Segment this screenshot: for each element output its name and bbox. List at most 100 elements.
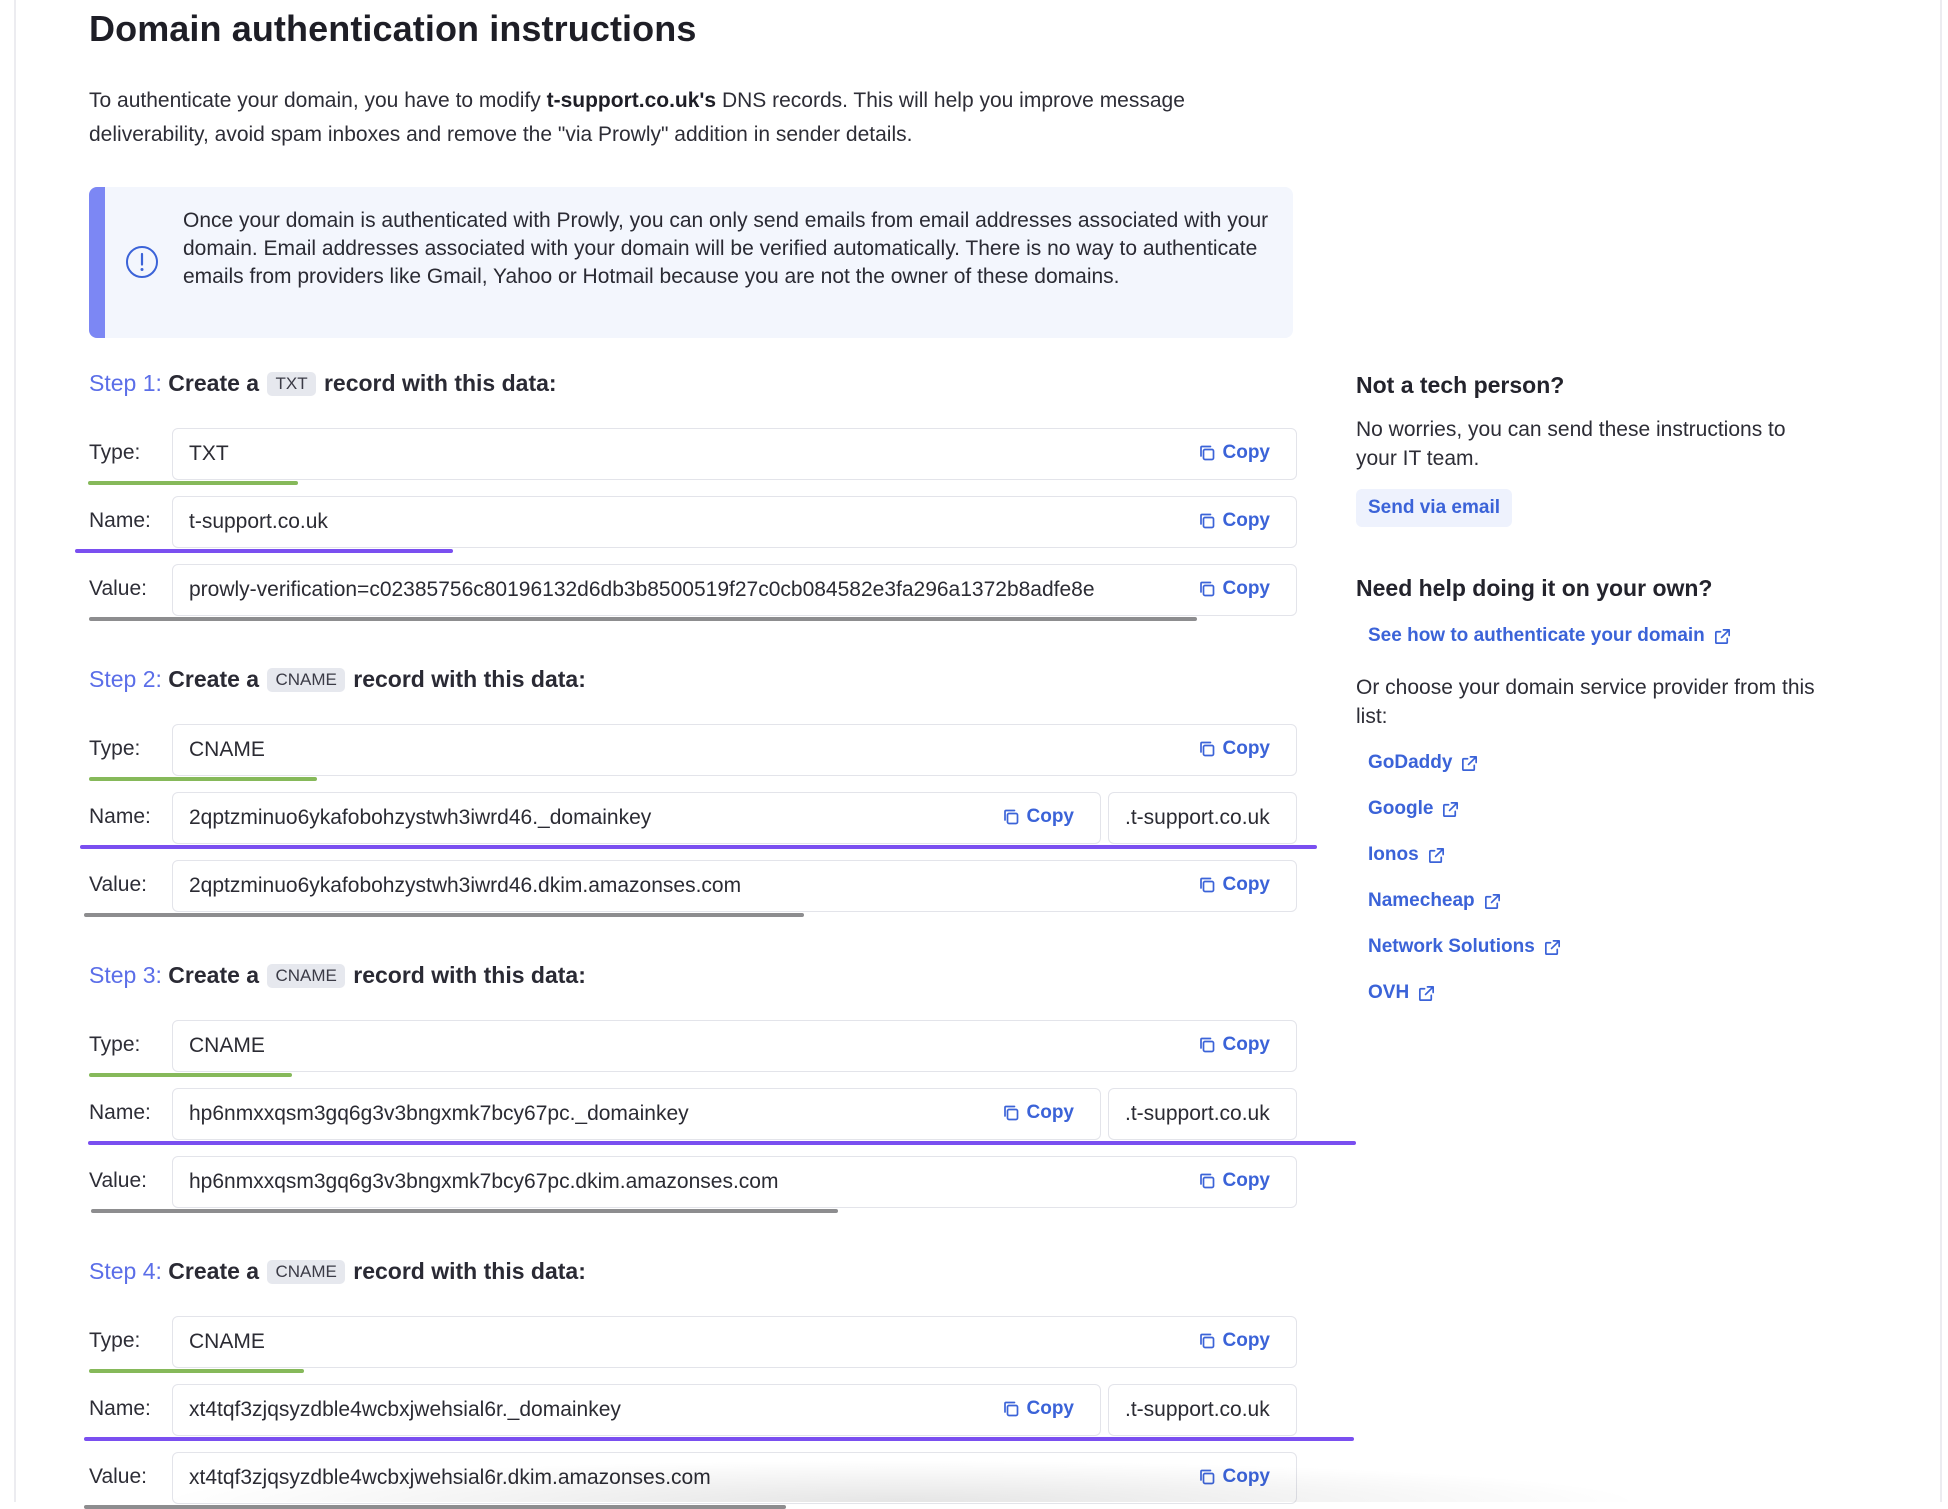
name-underline xyxy=(88,1141,1356,1145)
step-post: record with this data: xyxy=(353,962,586,988)
copy-icon xyxy=(1199,877,1214,893)
info-callout-text: Once your domain is authenticated with P… xyxy=(183,209,1269,288)
external-link-icon xyxy=(1714,628,1730,644)
value-underline xyxy=(89,617,1197,621)
step-heading: Step 4: Create a CNAME record with this … xyxy=(89,1258,586,1285)
external-link-icon xyxy=(1462,755,1478,771)
copy-icon xyxy=(1199,1037,1214,1053)
type-field: CNAME Copy xyxy=(172,1020,1297,1072)
send-via-email-button[interactable]: Send via email xyxy=(1356,489,1513,527)
copy-button[interactable]: Copy xyxy=(1197,442,1270,464)
value-label: Value: xyxy=(89,1465,147,1488)
provider-link[interactable]: Namecheap xyxy=(1368,890,1502,912)
copy-button[interactable]: Copy xyxy=(1197,578,1271,600)
choose-provider-text: Or choose your domain service provider f… xyxy=(1356,676,1815,728)
name-value: xt4tqf3zjqsyzdble4wcbxjwehsial6r._domain… xyxy=(189,1398,621,1421)
copy-label: Copy xyxy=(1026,1102,1075,1123)
domain-suffix: .t-support.co.uk xyxy=(1108,1088,1297,1140)
step-post: record with this data: xyxy=(353,666,586,692)
provider-link-label: OVH xyxy=(1368,982,1410,1003)
intro-text: To authenticate your domain, you have to… xyxy=(89,84,1269,152)
provider-link[interactable]: Network Solutions xyxy=(1368,936,1562,958)
type-label: Type: xyxy=(89,1329,141,1352)
copy-button[interactable]: Copy xyxy=(1197,1170,1270,1192)
step-pre: Create a xyxy=(168,370,260,396)
copy-icon xyxy=(1199,445,1214,461)
copy-button[interactable]: Copy xyxy=(1197,874,1271,896)
provider-link[interactable]: OVH xyxy=(1368,982,1436,1004)
provider-link-label: Network Solutions xyxy=(1368,936,1535,957)
copy-label: Copy xyxy=(1026,1398,1075,1419)
copy-label: Copy xyxy=(1222,1330,1271,1351)
authenticate-domain-link-label: See how to authenticate your domain xyxy=(1368,625,1705,646)
name-label: Name: xyxy=(89,805,151,828)
tech-text: No worries, you can send these instructi… xyxy=(1356,418,1786,470)
provider-link-label: Google xyxy=(1368,798,1434,819)
type-value: CNAME xyxy=(189,738,265,761)
page-edge xyxy=(14,0,16,1502)
copy-label: Copy xyxy=(1222,874,1271,895)
info-circle-icon xyxy=(126,246,158,278)
intro-domain: t-support.co.uk's xyxy=(546,89,717,112)
name-field: xt4tqf3zjqsyzdble4wcbxjwehsial6r._domain… xyxy=(172,1384,1101,1436)
copy-icon xyxy=(1199,1469,1214,1485)
copy-button[interactable]: Copy xyxy=(1001,1102,1075,1124)
copy-button[interactable]: Copy xyxy=(1197,1034,1270,1056)
copy-label: Copy xyxy=(1222,578,1271,599)
value-field: 2qptzminuo6ykafobohzystwh3iwrd46.dkim.am… xyxy=(172,860,1297,912)
provider-link[interactable]: Google xyxy=(1368,798,1460,820)
copy-icon xyxy=(1199,1173,1214,1189)
name-underline xyxy=(84,1437,1354,1441)
step-pre: Create a xyxy=(168,962,260,988)
copy-button[interactable]: Copy xyxy=(1197,738,1270,760)
value-field: prowly-verification=c02385756c80196132d6… xyxy=(172,564,1297,616)
value-underline xyxy=(91,1209,838,1213)
copy-button[interactable]: Copy xyxy=(1197,1466,1271,1488)
provider-link-label: GoDaddy xyxy=(1368,752,1453,773)
type-label: Type: xyxy=(89,1033,141,1056)
copy-button[interactable]: Copy xyxy=(1001,1398,1075,1420)
record-type-tag: TXT xyxy=(267,372,316,396)
step-label: Step xyxy=(89,370,137,396)
name-label: Name: xyxy=(89,509,151,532)
record-type-tag: CNAME xyxy=(267,1260,345,1284)
type-underline xyxy=(88,481,298,485)
step-heading: Step 1: Create a TXT record with this da… xyxy=(89,370,557,397)
step-label: Step xyxy=(89,962,137,988)
value-value: 2qptzminuo6ykafobohzystwh3iwrd46.dkim.am… xyxy=(189,874,742,897)
name-field: hp6nmxxqsm3gq6g3v3bngxmk7bcy67pc._domain… xyxy=(172,1088,1101,1140)
type-underline xyxy=(89,1369,304,1373)
authenticate-domain-link[interactable]: See how to authenticate your domain xyxy=(1368,625,1732,647)
external-link-icon xyxy=(1544,939,1560,955)
value-value: prowly-verification=c02385756c80196132d6… xyxy=(189,578,1095,601)
copy-icon xyxy=(1003,1105,1018,1121)
record-type-tag: CNAME xyxy=(267,668,345,692)
value-underline xyxy=(84,913,804,917)
provider-link[interactable]: GoDaddy xyxy=(1368,752,1479,774)
type-value: TXT xyxy=(189,442,229,465)
copy-button[interactable]: Copy xyxy=(1197,510,1270,532)
step-number: 1: xyxy=(142,370,162,396)
provider-link[interactable]: Ionos xyxy=(1368,844,1446,866)
domain-suffix: .t-support.co.uk xyxy=(1108,792,1297,844)
external-link-icon xyxy=(1443,801,1459,817)
external-link-icon xyxy=(1419,985,1435,1001)
copy-button[interactable]: Copy xyxy=(1197,1330,1271,1352)
type-value: CNAME xyxy=(189,1034,265,1057)
name-label: Name: xyxy=(89,1397,151,1420)
help-title: Need help doing it on your own? xyxy=(1356,575,1713,601)
type-field: TXT Copy xyxy=(172,428,1297,480)
step-post: record with this data: xyxy=(323,370,557,396)
type-field: CNAME Copy xyxy=(172,1316,1297,1368)
type-label: Type: xyxy=(89,737,141,760)
intro-before: To authenticate your domain, you have to… xyxy=(89,89,547,112)
name-field: t-support.co.uk Copy xyxy=(172,496,1297,548)
copy-label: Copy xyxy=(1222,1466,1271,1487)
page-edge xyxy=(1940,0,1942,1502)
info-callout: Once your domain is authenticated with P… xyxy=(89,187,1293,338)
external-link-icon xyxy=(1428,847,1444,863)
type-underline xyxy=(89,1073,292,1077)
type-label: Type: xyxy=(89,441,141,464)
copy-button[interactable]: Copy xyxy=(1001,806,1074,828)
name-value: t-support.co.uk xyxy=(189,510,328,533)
